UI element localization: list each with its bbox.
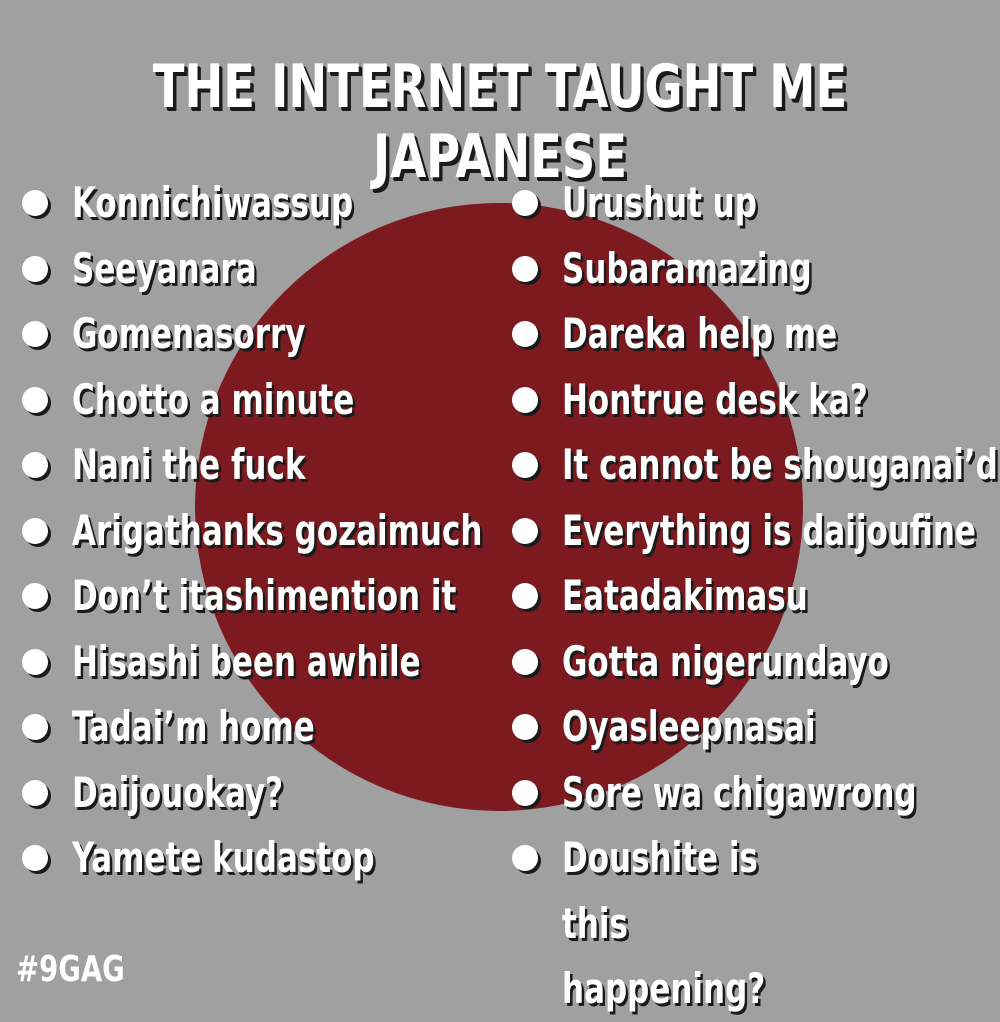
bullet-icon (22, 583, 48, 609)
bullet-icon (22, 714, 48, 740)
phrase-label: Hisashi been awhile (72, 636, 421, 686)
bullet-icon (512, 845, 538, 871)
phrase-label: Seeyanara (72, 243, 257, 293)
bullet-icon (512, 255, 538, 282)
list-item: Daijouokay? (22, 760, 573, 826)
list-item: Gotta nigerundayo (512, 629, 1000, 695)
phrase-label: Chotto a minute (72, 374, 355, 424)
list-item: Sore wa chigawrong (512, 760, 1000, 826)
phrase-label: Subaramazing (562, 243, 812, 293)
list-item: Dareka help me (512, 301, 1000, 367)
bullet-icon (22, 648, 48, 675)
list-item: Subaramazing (512, 236, 1000, 302)
list-item: Arigathanks gozaimuch (22, 498, 573, 564)
list-item: Hontrue desk ka? (512, 367, 1000, 433)
left-phrase-list: Konnichiwassup Seeyanara Gomenasorry Cho… (22, 170, 573, 891)
list-item: Oyasleepnasai (512, 694, 1000, 760)
phrase-label: Oyasleepnasai (562, 702, 816, 751)
bullet-icon (512, 452, 538, 478)
list-item: Seeyanara (22, 236, 573, 302)
phrase-label: It cannot be shouganai’d (562, 440, 998, 489)
bullet-icon (512, 648, 538, 675)
bullet-icon (22, 190, 48, 216)
bullet-icon (22, 517, 48, 544)
phrase-label: Everything is daijoufine (562, 505, 976, 555)
bullet-icon (512, 583, 538, 609)
bullet-icon (512, 779, 538, 806)
9gag-watermark: #9GAG (16, 949, 125, 990)
phrase-label: Konnichiwassup (72, 178, 354, 227)
bullet-icon (512, 714, 538, 740)
phrase-label: Gotta nigerundayo (562, 636, 889, 686)
list-item: Everything is daijoufine (512, 498, 1000, 564)
list-item: Doushite is this happening? (512, 825, 1000, 1022)
bullet-icon (22, 845, 48, 871)
list-item: Konnichiwassup (22, 170, 573, 236)
list-item: Tadai’m home (22, 694, 573, 760)
list-item: Urushut up (512, 170, 1000, 236)
list-item: It cannot be shouganai’d (512, 432, 1000, 498)
phrase-label: Sore wa chigawrong (562, 767, 917, 817)
bullet-icon (512, 321, 538, 347)
phrase-label: Dareka help me (562, 309, 838, 358)
right-phrase-list: Urushut up Subaramazing Dareka help me H… (512, 170, 1000, 1022)
phrase-label: Gomenasorry (72, 309, 306, 358)
list-item: Chotto a minute (22, 367, 573, 433)
bullet-icon (22, 386, 48, 413)
list-item: Yamete kudastop (22, 825, 573, 891)
list-item: Don’t itashimention it (22, 563, 573, 629)
bullet-icon (512, 190, 538, 216)
bullet-icon (22, 255, 48, 282)
bullet-icon (512, 386, 538, 413)
phrase-label: Doushite is this happening? (562, 833, 766, 1013)
phrase-label: Hontrue desk ka? (562, 374, 868, 424)
phrase-label: Urushut up (562, 178, 757, 227)
list-item: Gomenasorry (22, 301, 573, 367)
phrase-label: Daijouokay? (72, 767, 284, 817)
list-item: Eatadakimasu (512, 563, 1000, 629)
bullet-icon (22, 321, 48, 347)
phrase-label: Arigathanks gozaimuch (72, 505, 483, 555)
list-item: Nani the fuck (22, 432, 573, 498)
phrase-label: Don’t itashimention it (72, 571, 457, 620)
phrase-label: Yamete kudastop (72, 833, 375, 882)
bullet-icon (22, 452, 48, 478)
bullet-icon (22, 779, 48, 806)
bullet-icon (512, 517, 538, 544)
phrase-label: Nani the fuck (72, 440, 306, 489)
phrase-label: Eatadakimasu (562, 571, 808, 620)
list-item: Hisashi been awhile (22, 629, 573, 695)
phrase-label: Tadai’m home (72, 702, 315, 751)
